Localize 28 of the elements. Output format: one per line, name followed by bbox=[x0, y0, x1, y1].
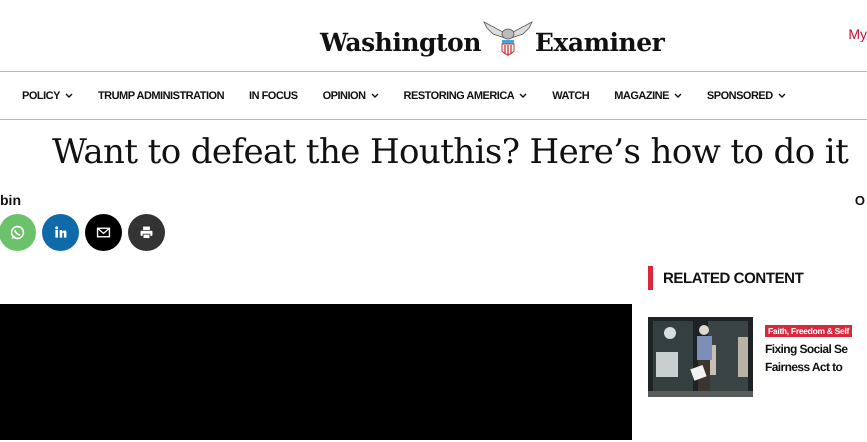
whatsapp-icon bbox=[9, 224, 26, 241]
nav-item[interactable]: OPINION bbox=[322, 90, 379, 102]
account-link[interactable]: My bbox=[848, 26, 867, 42]
chevron-down-icon bbox=[778, 93, 786, 98]
article-meta: O bbox=[854, 192, 865, 208]
nav-item[interactable]: RESTORING AMERICA bbox=[404, 90, 528, 102]
logo-wordmark[interactable]: Examiner bbox=[534, 28, 664, 58]
chevron-down-icon bbox=[519, 93, 528, 98]
nav-item[interactable]: MAGAZINE bbox=[614, 90, 682, 102]
nav-item[interactable]: IN FOCUS bbox=[249, 90, 298, 102]
nav-item[interactable]: POLICY bbox=[22, 90, 73, 102]
nav-item[interactable]: SPONSORED bbox=[706, 90, 786, 102]
nav-item[interactable]: TRUMP ADMINISTRATION bbox=[98, 90, 224, 102]
printer-icon bbox=[138, 224, 155, 241]
share-email[interactable] bbox=[85, 214, 122, 251]
author-name[interactable]: bin bbox=[0, 192, 21, 208]
chevron-down-icon bbox=[64, 93, 73, 98]
chevron-down-icon bbox=[370, 93, 379, 98]
chevron-down-icon bbox=[674, 93, 682, 98]
logo-wordmark[interactable]: Washington bbox=[320, 28, 481, 58]
headline-link[interactable]: Fixing Social Se Fairness Act to bbox=[765, 340, 867, 376]
category-tag[interactable]: Faith, Freedom & Self bbox=[765, 325, 852, 337]
nav-item[interactable]: WATCH bbox=[552, 90, 590, 102]
accent-bar bbox=[648, 266, 653, 290]
print-button[interactable] bbox=[128, 214, 165, 251]
article-title: Want to defeat the Houthis? Here’s how to do it bbox=[52, 131, 850, 174]
section-heading: RELATED CONTENT bbox=[663, 270, 804, 286]
share-linkedin[interactable] bbox=[42, 214, 79, 251]
